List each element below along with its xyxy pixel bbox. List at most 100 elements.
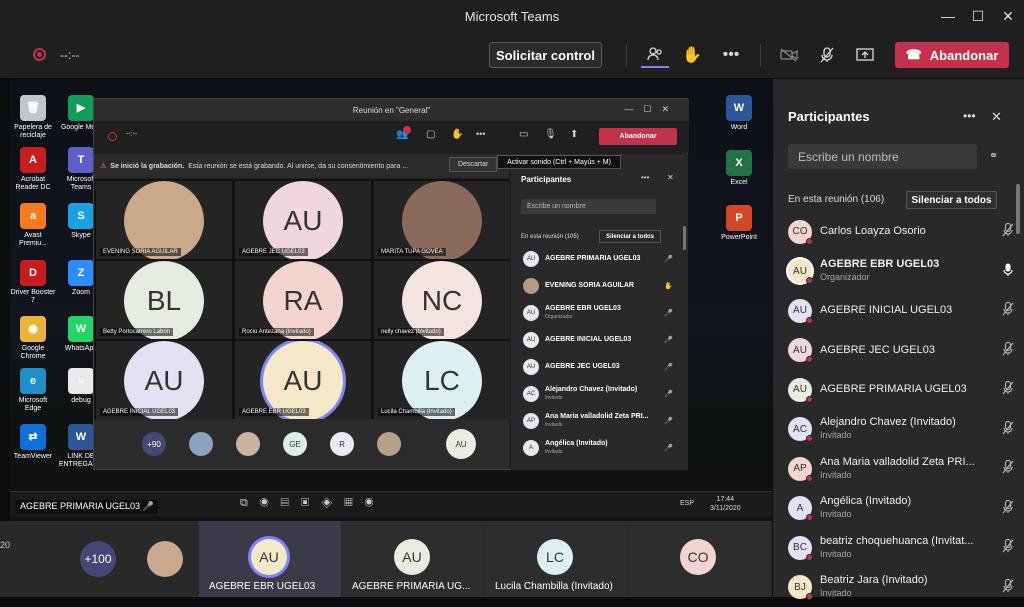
tile-name: AGEBRE JEC UGEL03 <box>239 248 308 256</box>
participant-row[interactable]: AC Alejandro Chavez (Invitado) Invitado <box>788 410 1018 449</box>
mic-off-icon[interactable] <box>813 42 841 68</box>
more-participants-count[interactable]: +100 <box>80 541 116 577</box>
video-tile[interactable]: EVENING SORIA AGUILAR <box>96 181 232 259</box>
participant-name: AGEBRE PRIMARIA UGEL03 <box>820 383 967 395</box>
close-panel-icon[interactable]: ✕ <box>991 109 1002 125</box>
desktop-icon[interactable]: ◉ Google Chrome <box>10 316 56 361</box>
inner-search-input[interactable]: Escribe un nombre <box>521 199 656 214</box>
desktop-icon-label: Driver Booster 7 <box>10 289 56 304</box>
desktop-icon[interactable]: P PowerPoint <box>716 205 762 242</box>
participants-icon[interactable] <box>641 42 669 68</box>
more-options-icon[interactable]: ••• <box>717 42 745 68</box>
video-tile[interactable]: LC Lucila Chambilla (Invitado) <box>374 341 510 419</box>
participant-tile[interactable]: LC Lucila Chambilla (Invitado) <box>485 521 627 597</box>
mic-muted-icon[interactable] <box>998 380 1018 398</box>
inner-window-controls[interactable]: —☐✕ <box>624 104 679 115</box>
participant-search-input[interactable]: Escribe un nombre <box>788 144 977 169</box>
desktop-icon[interactable]: 🗑 Papelera de reciclaje <box>10 95 56 140</box>
leave-button[interactable]: ☎ Abandonar <box>895 42 1009 68</box>
participant-row[interactable]: A Angélica (Invitado) Invitado <box>788 489 1018 528</box>
desktop-icon[interactable]: a Avast Premiu... <box>10 203 56 248</box>
inner-participant-row[interactable]: AU AGEBRE EBR UGEL03 Organizador 🎤 <box>523 302 673 324</box>
share-screen-icon[interactable] <box>851 42 879 68</box>
participant-row[interactable]: BJ Beatriz Jara (Invitado) Invitado <box>788 568 1018 607</box>
participant-row[interactable]: AU AGEBRE JEC UGEL03 <box>788 331 1018 370</box>
more-options-icon[interactable]: ••• <box>963 109 976 123</box>
video-gallery: EVENING SORIA AGUILAR AU AGEBRE JEC UGEL03… <box>94 179 510 419</box>
mic-on-icon[interactable] <box>998 263 1018 280</box>
strip-avatar[interactable] <box>236 432 260 456</box>
app-icon: 🗑 <box>20 95 46 121</box>
inner-mute-all-button[interactable]: Silenciar a todos <box>599 230 661 243</box>
more-options-icon[interactable]: ••• <box>641 173 649 182</box>
camera-icon[interactable]: ▭ <box>519 129 528 140</box>
scrollbar[interactable] <box>683 226 686 250</box>
desktop-icon[interactable]: e Microsoft Edge <box>10 368 56 413</box>
banner-dismiss-button[interactable]: Descartar <box>449 157 498 172</box>
mic-muted-icon[interactable] <box>998 578 1018 596</box>
video-tile[interactable]: RA Rocio Antezana (Invitado) <box>235 261 371 339</box>
mute-all-button[interactable]: Silenciar a todos <box>906 191 997 209</box>
share-invite-icon[interactable]: ⚭ <box>989 149 998 162</box>
participant-row[interactable]: AP Ana Maria valladolid Zeta PRI... Invita… <box>788 449 1018 488</box>
desktop-icon[interactable]: ⇄ TeamViewer <box>10 424 56 461</box>
desktop-icon[interactable]: W Word <box>716 95 762 132</box>
mic-muted-icon[interactable] <box>998 341 1018 359</box>
inner-participant-row[interactable]: AU AGEBRE INICIAL UGEL03 🎤 <box>523 329 673 351</box>
participant-row[interactable]: BC beatriz choquehuanca (Invitat... Invita… <box>788 528 1018 567</box>
video-tile[interactable]: AU AGEBRE EBR UGEL03 <box>235 341 371 419</box>
participant-row[interactable]: CO Carlos Loayza Osorio <box>788 212 1018 251</box>
participant-info: Beatriz Jara (Invitado) Invitado <box>820 574 998 600</box>
camera-off-icon[interactable] <box>775 42 803 68</box>
mic-muted-icon[interactable] <box>998 499 1018 517</box>
desktop-icon[interactable]: D Driver Booster 7 <box>10 260 56 305</box>
participant-tile[interactable]: AU AGEBRE PRIMARIA UG... <box>342 521 484 597</box>
participant-info: AGEBRE PRIMARIA UGEL03 <box>820 383 998 396</box>
video-tile[interactable]: AU AGEBRE INICIAL UGEL03 <box>96 341 232 419</box>
inner-participant-row[interactable]: EVENING SORIA AGUILAR ✋ <box>523 275 673 297</box>
mic-muted-icon[interactable] <box>998 301 1018 319</box>
more-options-icon[interactable]: ••• <box>476 129 485 139</box>
inner-participant-row[interactable]: A Angélica (Invitado) Invitado 🎤 <box>523 437 673 459</box>
inner-section-label: En esta reunión (105) <box>521 234 579 240</box>
video-tile[interactable]: NC nelly chavez (Invitado) <box>374 261 510 339</box>
mic-off-icon[interactable]: 🎙 <box>544 129 557 140</box>
video-tile[interactable]: BL Betty Portocarrero Labrin <box>96 261 232 339</box>
strip-avatar[interactable]: GE <box>283 432 307 456</box>
participant-row[interactable]: AU AGEBRE INICIAL UGEL03 <box>788 291 1018 330</box>
participant-row[interactable]: AU AGEBRE PRIMARIA UGEL03 <box>788 370 1018 409</box>
raise-hand-icon[interactable]: ✋ <box>678 42 706 68</box>
share-screen-icon[interactable]: ⬆ <box>570 129 578 140</box>
inner-participant-row[interactable]: AC Alejandro Chavez (Invitado) Invitado 🎤 <box>523 383 673 405</box>
chat-icon[interactable]: ▢ <box>426 129 435 140</box>
raise-hand-icon[interactable]: ✋ <box>451 129 463 140</box>
app-icon: W <box>726 95 752 121</box>
participant-tile[interactable]: AU AGEBRE EBR UGEL03 <box>199 521 341 597</box>
strip-avatar[interactable] <box>377 432 401 456</box>
strip-avatar[interactable]: +90 <box>142 432 166 456</box>
desktop-icon[interactable]: X Excel <box>716 150 762 187</box>
inner-participant-row[interactable]: AU AGEBRE JEC UGEL03 🎤 <box>523 356 673 378</box>
video-tile[interactable]: MARITA TUPA GOVEA <box>374 181 510 259</box>
mic-muted-icon[interactable] <box>998 538 1018 556</box>
participant-row[interactable]: AU AGEBRE EBR UGEL03 Organizador <box>788 252 1018 291</box>
participant-avatar: AP <box>788 456 813 482</box>
mic-muted-icon[interactable] <box>998 459 1018 477</box>
inner-participant-row[interactable]: AU AGEBRE PRIMARIA UGEL03 🎤 <box>523 248 673 270</box>
close-button[interactable]: ✕ <box>990 0 1024 32</box>
strip-avatar[interactable] <box>189 432 213 456</box>
mic-muted-icon[interactable] <box>998 222 1018 240</box>
inner-participant-row[interactable]: AP Ana Maria valladolid Zeta PRI... Invita… <box>523 410 673 432</box>
desktop-icon[interactable]: A Acrobat Reader DC <box>10 147 56 192</box>
inner-leave-button[interactable]: Abandonar <box>599 128 677 145</box>
participant-info: beatriz choquehuanca (Invitat... Invitado <box>820 535 998 561</box>
request-control-button[interactable]: Solicitar control <box>489 42 602 68</box>
toolbar-divider <box>626 44 627 66</box>
video-tile[interactable]: AU AGEBRE JEC UGEL03 <box>235 181 371 259</box>
inner-toolbar: --:-- 👥 ▢ ✋ ••• ▭ 🎙 ⬆ Abandonar <box>94 121 689 153</box>
mic-muted-icon[interactable] <box>998 420 1018 438</box>
participant-tile[interactable]: CO <box>628 521 770 597</box>
presence-dot <box>806 553 813 561</box>
strip-avatar[interactable]: R <box>330 432 354 456</box>
close-icon[interactable]: ✕ <box>667 173 674 182</box>
